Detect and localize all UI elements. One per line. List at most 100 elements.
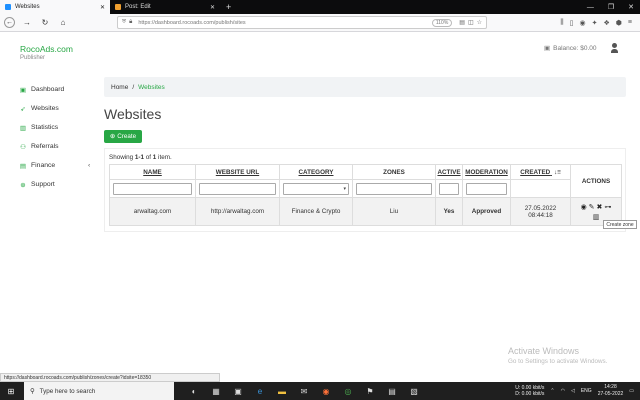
sitemap-icon[interactable]: ⊶ xyxy=(604,203,611,211)
rocoads-favicon-icon xyxy=(5,4,11,10)
user-menu-icon[interactable] xyxy=(611,43,618,53)
library-icon[interactable]: ⫼ xyxy=(560,19,563,27)
account-icon[interactable]: ◉ xyxy=(580,19,586,27)
sidebar-item-support[interactable]: ⊕ Support xyxy=(18,175,98,194)
mail-icon[interactable]: ✉ xyxy=(298,387,310,396)
col-header-created[interactable]: CREATED ↓≡ xyxy=(510,164,571,180)
minimize-icon[interactable]: — xyxy=(587,4,594,11)
file-explorer-icon[interactable]: ▬ xyxy=(276,387,288,396)
notifications-icon[interactable]: ▭ xyxy=(629,388,634,394)
browser-nav-bar: ← → ↻ ⌂ ⛨ 🔒︎ https://dashboard.rocoads.c… xyxy=(0,14,640,32)
breadcrumb-separator: / xyxy=(132,83,135,91)
chrome-icon[interactable]: ◎ xyxy=(342,387,354,396)
address-bar[interactable]: ⛨ 🔒︎ https://dashboard.rocoads.com/publi… xyxy=(117,16,487,29)
wordpress-favicon-icon xyxy=(115,4,121,10)
reload-icon[interactable]: ↻ xyxy=(39,18,51,27)
edge-icon[interactable]: e xyxy=(254,387,266,396)
filter-name-input[interactable] xyxy=(113,182,192,195)
col-header-zones: ZONES xyxy=(352,164,436,180)
task-view-icon[interactable]: ◐ xyxy=(188,387,200,396)
cell-active: Yes xyxy=(435,197,463,226)
filter-moderation-input[interactable] xyxy=(466,182,507,195)
close-window-icon[interactable]: ✕ xyxy=(628,3,634,11)
sidebar-item-dashboard[interactable]: ▣ Dashboard xyxy=(18,80,98,99)
firefox-icon[interactable]: ◉ xyxy=(320,387,332,396)
home-icon[interactable]: ⌂ xyxy=(57,18,69,27)
shield-icon[interactable]: ⛨ xyxy=(122,19,126,26)
col-header-category[interactable]: CATEGORY xyxy=(279,164,353,180)
system-tray: U: 0.00 kbit/s D: 0.00 kbit/s ⌃ ◠ ◁ ENG … xyxy=(515,384,640,398)
windows-activation-watermark: Activate Windows Go to Settings to activ… xyxy=(508,346,608,365)
forward-icon[interactable]: → xyxy=(21,18,33,27)
reader-icon[interactable]: ▤ xyxy=(459,19,465,26)
sidebar-item-referrals[interactable]: ⚇ Referrals xyxy=(18,137,98,156)
close-tab-icon[interactable]: ✕ xyxy=(100,4,105,11)
table-filter-row: ▾ xyxy=(109,179,622,198)
pocket-icon[interactable]: ◫ xyxy=(468,19,474,26)
breadcrumb: Home / Websites xyxy=(104,77,626,97)
sort-desc-icon: ↓≡ xyxy=(553,168,561,176)
bar-chart-icon[interactable]: ▥ xyxy=(593,213,600,221)
sidebar-item-finance[interactable]: ▤ Finance ‹ xyxy=(18,156,98,175)
sidebar-toggle-icon[interactable]: ▯ xyxy=(570,19,574,27)
taskbar-app-icon[interactable]: ▤ xyxy=(386,387,398,396)
clock[interactable]: 14:28 27-05-2022 xyxy=(598,384,624,398)
sidebar-item-websites[interactable]: ➶ Websites xyxy=(18,99,98,118)
filter-active-input[interactable] xyxy=(439,182,459,195)
col-header-actions: ACTIONS xyxy=(570,164,622,198)
breadcrumb-home[interactable]: Home xyxy=(111,84,128,91)
tab-websites[interactable]: Websites ✕ xyxy=(0,0,110,14)
create-button[interactable]: ⊕ Create xyxy=(104,130,142,143)
col-header-name[interactable]: NAME xyxy=(109,164,196,180)
bookmark-star-icon[interactable]: ☆ xyxy=(477,19,482,26)
chevron-down-icon: ▾ xyxy=(343,185,346,192)
lock-icon[interactable]: 🔒︎ xyxy=(129,19,132,26)
maximize-icon[interactable]: ❐ xyxy=(608,3,614,11)
grid-summary: Showing 1-1 of 1 item. xyxy=(109,154,172,161)
close-tab-icon[interactable]: ✕ xyxy=(210,4,215,11)
brand[interactable]: RocoAds.com Publisher xyxy=(20,44,73,61)
volume-icon[interactable]: ◁ xyxy=(571,388,575,394)
windows-start-icon[interactable]: ⊞ xyxy=(4,387,18,396)
chevron-up-icon[interactable]: ⌃ xyxy=(550,388,554,394)
sidebar-item-label: Dashboard xyxy=(31,86,65,93)
pencil-icon[interactable]: ✎ xyxy=(589,203,595,211)
cell-category: Finance & Crypto xyxy=(279,197,353,226)
times-circle-icon[interactable]: ✖ xyxy=(597,203,603,211)
filter-created-empty xyxy=(510,179,571,198)
taskbar-search[interactable]: ⚲ Type here to search xyxy=(24,382,174,400)
dashboard-icon: ▣ xyxy=(19,86,27,94)
wifi-icon[interactable]: ◠ xyxy=(561,388,565,394)
sidebar-item-statistics[interactable]: ▥ Statistics xyxy=(18,118,98,137)
taskbar-app-icon[interactable]: ▧ xyxy=(408,387,420,396)
cell-created: 27.05.2022 08:44:18 xyxy=(510,197,571,226)
zoom-level[interactable]: 110% xyxy=(431,18,453,27)
store-icon[interactable]: ▣ xyxy=(232,387,244,396)
cell-zones: Liu xyxy=(352,197,436,226)
filter-category-select[interactable]: ▾ xyxy=(283,182,349,195)
back-icon[interactable]: ← xyxy=(4,17,15,28)
users-icon: ⚇ xyxy=(20,143,26,151)
search-placeholder: Type here to search xyxy=(39,387,96,395)
taskbar-app-icon[interactable]: ▦ xyxy=(210,387,222,396)
chevron-left-icon[interactable]: ‹ xyxy=(88,162,90,169)
col-header-moderation[interactable]: MODERATION xyxy=(462,164,511,180)
sidebar-item-label: Statistics xyxy=(31,124,59,131)
extension-icon[interactable]: ⬢ xyxy=(616,19,622,27)
cell-url: http://arwaltag.com xyxy=(195,197,280,226)
extension-icon[interactable]: ✦ xyxy=(592,19,598,27)
filter-zones-input[interactable] xyxy=(356,182,432,195)
taskbar-app-icon[interactable]: ⚑ xyxy=(364,387,376,396)
filter-url-input[interactable] xyxy=(199,182,276,195)
url-text[interactable]: https://dashboard.rocoads.com/publish/si… xyxy=(138,20,432,26)
extension-icon[interactable]: ❖ xyxy=(604,19,610,27)
eye-icon[interactable]: ◉ xyxy=(581,203,587,211)
col-header-website-url[interactable]: WEBSITE URL xyxy=(195,164,280,180)
menu-icon[interactable]: ≡ xyxy=(628,19,632,27)
sidebar-item-label: Finance xyxy=(31,162,56,169)
tab-post-edit[interactable]: Post: Edit ✕ xyxy=(110,0,220,14)
new-tab-button[interactable]: + xyxy=(220,0,237,14)
create-button-label: Create xyxy=(117,133,137,140)
col-header-active[interactable]: ACTIVE xyxy=(435,164,463,180)
language-indicator[interactable]: ENG xyxy=(581,388,592,394)
